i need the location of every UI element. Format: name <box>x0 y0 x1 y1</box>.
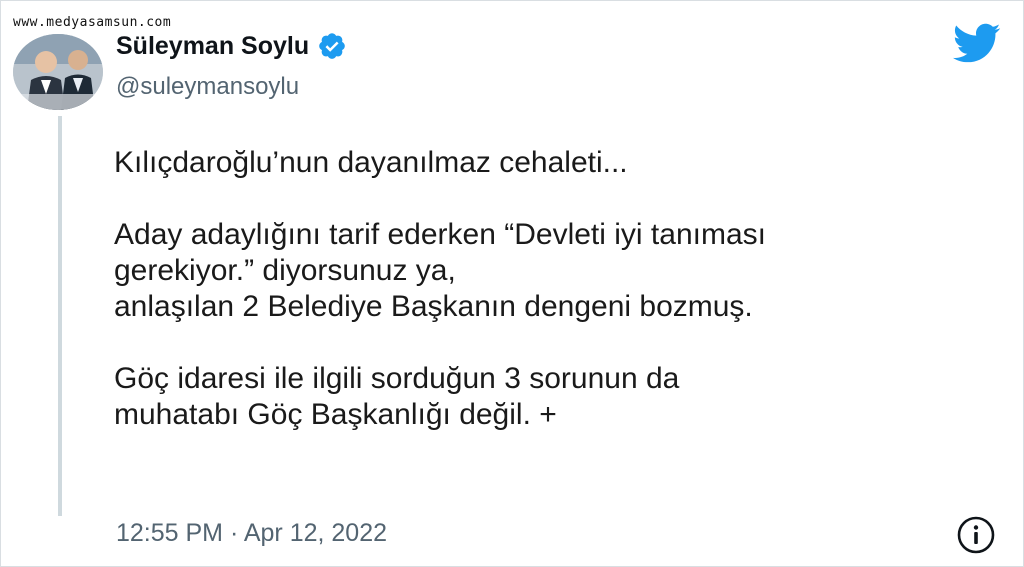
avatar-photo <box>13 34 103 110</box>
tweet-line: gerekiyor.” diyorsunuz ya, <box>114 254 456 287</box>
tweet-line: Kılıçdaroğlu’nun dayanılmaz cehaleti... <box>114 146 628 179</box>
tweet-line: muhatabı Göç Başkanlığı değil. + <box>114 398 557 431</box>
tweet-paragraph: Aday adaylığını tarif ederken “Devleti i… <box>114 217 994 325</box>
tweet-line: Göç idaresi ile ilgili sorduğun 3 sorunu… <box>114 362 680 395</box>
thread-line <box>58 116 62 516</box>
author-display-name[interactable]: Süleyman Soylu <box>116 32 309 61</box>
tweet-timestamp[interactable]: 12:55 PM · Apr 12, 2022 <box>116 519 387 548</box>
tweet-line: anlaşılan 2 Belediye Başkanın dengeni bo… <box>114 290 753 323</box>
avatar[interactable] <box>13 34 103 110</box>
tweet-text: Kılıçdaroğlu’nun dayanılmaz cehaleti... … <box>114 145 994 433</box>
verified-badge-icon <box>319 33 345 59</box>
twitter-bird-icon[interactable] <box>951 21 1001 65</box>
author-handle[interactable]: @suleymansoylu <box>116 73 299 101</box>
tweet-line: Aday adaylığını tarif ederken “Devleti i… <box>114 218 766 251</box>
author-name-row: Süleyman Soylu <box>116 31 347 61</box>
tweet-card: www.medyasamsun.com Süleyman Soylu @sule… <box>0 0 1024 567</box>
tweet-paragraph: Göç idaresi ile ilgili sorduğun 3 sorunu… <box>114 361 994 433</box>
tweet-paragraph: Kılıçdaroğlu’nun dayanılmaz cehaleti... <box>114 145 994 181</box>
watermark-text: www.medyasamsun.com <box>13 15 172 30</box>
info-icon[interactable] <box>956 515 996 555</box>
